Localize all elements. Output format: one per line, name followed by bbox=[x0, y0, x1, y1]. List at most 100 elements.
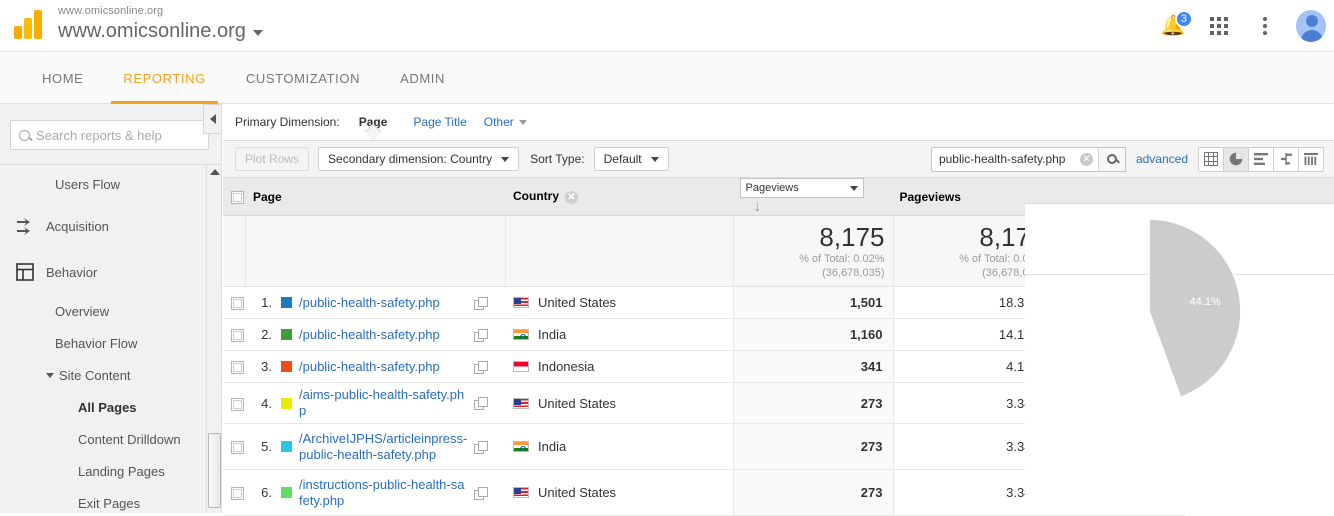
column-header-country: Country ✕ bbox=[505, 178, 734, 216]
sidebar-item-acquisition[interactable]: Acquisition bbox=[0, 203, 221, 249]
row-checkbox[interactable] bbox=[231, 297, 244, 311]
advanced-filter-link[interactable]: advanced bbox=[1136, 152, 1188, 166]
sort-type-value: Default bbox=[603, 152, 642, 166]
sidebar-item-landing-pages[interactable]: Landing Pages bbox=[0, 455, 221, 487]
sidebar-item-all-pages[interactable]: All Pages bbox=[0, 391, 221, 423]
scrollbar-thumb[interactable] bbox=[208, 433, 221, 508]
table-and-chart-row: Page Country✕ Pageviews ↓ Pageviews Cont… bbox=[223, 178, 1334, 516]
select-all-checkbox[interactable] bbox=[231, 190, 244, 204]
row-color-swatch bbox=[281, 361, 292, 372]
metric-select[interactable]: Pageviews bbox=[739, 178, 864, 198]
column-header-page[interactable]: Page bbox=[245, 178, 505, 216]
pie-view-icon[interactable] bbox=[1223, 146, 1249, 172]
row-page-cell: 5. /ArchiveIJPHS/articleinpress-public-he… bbox=[245, 423, 505, 470]
account-switcher[interactable]: www.omicsonline.org www.omicsonline.org bbox=[58, 4, 263, 43]
sidebar-item-label: Behavior Flow bbox=[55, 335, 138, 351]
table-view-icon[interactable] bbox=[1198, 146, 1224, 172]
primary-dimension-other[interactable]: Other bbox=[480, 115, 527, 129]
sidebar-item-overview[interactable]: Overview bbox=[0, 295, 221, 327]
sidebar-scrollbar[interactable] bbox=[206, 165, 221, 513]
row-page-link[interactable]: /public-health-safety.php bbox=[299, 359, 468, 375]
sidebar-item-behavior-flow[interactable]: Behavior Flow bbox=[0, 327, 221, 359]
apps-button[interactable] bbox=[1204, 11, 1234, 41]
sidebar-item-content-drilldown[interactable]: Content Drilldown bbox=[0, 423, 221, 455]
open-in-new-window-icon[interactable] bbox=[474, 296, 488, 310]
open-in-new-window-icon[interactable] bbox=[474, 486, 488, 500]
remove-secondary-dimension-icon[interactable]: ✕ bbox=[565, 190, 578, 204]
country-flag-icon bbox=[513, 329, 529, 340]
plot-rows-button[interactable]: Plot Rows bbox=[235, 147, 310, 171]
tab-home[interactable]: HOME bbox=[22, 52, 103, 104]
search-placeholder: Search reports & help bbox=[36, 127, 162, 143]
summary-blank-country bbox=[505, 215, 734, 287]
pie-chart[interactable]: 18.4%14.2%44.1% bbox=[1041, 208, 1321, 438]
sidebar-collapse-button[interactable] bbox=[203, 104, 221, 134]
open-in-new-window-icon[interactable] bbox=[474, 328, 488, 342]
pivot-view-icon[interactable] bbox=[1298, 146, 1324, 172]
open-in-new-window-icon[interactable] bbox=[474, 360, 488, 374]
column-header-metric-select: Pageviews ↓ bbox=[733, 178, 894, 216]
sidebar-item-label: Acquisition bbox=[46, 218, 109, 234]
sort-type-select[interactable]: Default bbox=[593, 147, 669, 171]
open-in-new-window-icon[interactable] bbox=[474, 397, 488, 410]
row-country-cell: United States bbox=[505, 286, 734, 319]
summary-metric-total: (36,678,035) bbox=[822, 267, 885, 279]
sort-descending-icon[interactable]: ↓ bbox=[754, 198, 762, 215]
sidebar-item-label: All Pages bbox=[78, 399, 137, 415]
more-options-button[interactable] bbox=[1250, 11, 1280, 41]
sidebar-item-exit-pages[interactable]: Exit Pages bbox=[0, 487, 221, 513]
property-url: www.omicsonline.org bbox=[58, 5, 164, 17]
tab-admin[interactable]: ADMIN bbox=[380, 52, 465, 104]
open-in-new-window-icon[interactable] bbox=[474, 440, 488, 454]
row-page-link[interactable]: /instructions-public-health-safety.php bbox=[299, 477, 468, 509]
sidebar-item-behavior[interactable]: Behavior bbox=[0, 249, 221, 295]
row-page-link[interactable]: /public-health-safety.php bbox=[299, 295, 468, 311]
row-page-cell: 6. /instructions-public-health-safety.php bbox=[245, 469, 505, 516]
sidebar-item-label: Site Content bbox=[59, 367, 131, 383]
sidebar-item-users-flow[interactable]: Users Flow bbox=[0, 165, 221, 203]
row-checkbox[interactable] bbox=[231, 441, 244, 455]
search-submit-button[interactable] bbox=[1097, 146, 1126, 172]
primary-dimension-other-label: Other bbox=[483, 115, 514, 129]
toolbar-right-group: ✕ advanced bbox=[930, 146, 1324, 172]
row-page-link[interactable]: /public-health-safety.php bbox=[299, 327, 468, 343]
scroll-up-arrow-icon[interactable] bbox=[210, 169, 220, 175]
pie-slice[interactable] bbox=[1148, 218, 1242, 399]
notifications-button[interactable]: 🔔 3 bbox=[1158, 10, 1193, 41]
search-icon bbox=[1106, 154, 1117, 164]
sidebar-item-site-content[interactable]: Site Content bbox=[0, 359, 221, 391]
row-checkbox[interactable] bbox=[231, 329, 244, 343]
tab-customization[interactable]: CUSTOMIZATION bbox=[226, 52, 380, 104]
behavior-icon bbox=[16, 263, 46, 281]
row-pageviews-cell: 273 bbox=[733, 423, 894, 470]
row-checkbox[interactable] bbox=[231, 487, 244, 501]
row-page-link[interactable]: /ArchiveIJPHS/articleinpress-public-heal… bbox=[299, 431, 468, 463]
secondary-dimension-button[interactable]: Secondary dimension: Country bbox=[318, 147, 520, 171]
performance-view-icon[interactable] bbox=[1248, 146, 1274, 172]
sidebar-nav-list: Users Flow Acquisition Behavior Overview… bbox=[0, 164, 221, 513]
search-reports-input[interactable]: Search reports & help bbox=[10, 120, 209, 150]
row-checkbox[interactable] bbox=[231, 397, 244, 411]
summary-metric-pct: % of Total: 0.02% bbox=[799, 253, 885, 265]
user-account-button[interactable] bbox=[1296, 10, 1326, 42]
primary-dimension-page-title[interactable]: Page Title bbox=[400, 115, 479, 129]
row-pageviews-cell: 273 bbox=[733, 382, 894, 424]
table-search-field[interactable]: ✕ bbox=[930, 146, 1126, 172]
chevron-down-icon bbox=[650, 156, 659, 162]
clear-search-icon[interactable]: ✕ bbox=[1079, 152, 1093, 166]
search-input[interactable] bbox=[931, 147, 1080, 171]
row-checkbox[interactable] bbox=[231, 361, 244, 375]
row-country-label: India bbox=[538, 327, 567, 342]
row-page-link[interactable]: /aims-public-health-safety.php bbox=[299, 387, 468, 419]
comparison-view-icon[interactable] bbox=[1273, 146, 1299, 172]
account-name[interactable]: www.omicsonline.org bbox=[58, 19, 263, 43]
row-page-cell: 4. /aims-public-health-safety.php bbox=[245, 382, 505, 424]
tab-reporting[interactable]: REPORTING bbox=[103, 52, 225, 104]
chevron-down-icon[interactable] bbox=[252, 30, 263, 36]
metric-select-value: Pageviews bbox=[745, 182, 799, 194]
column-header-country-label[interactable]: Country bbox=[513, 189, 559, 203]
row-pageviews-cell: 341 bbox=[733, 350, 894, 383]
primary-dimension-page[interactable]: Page bbox=[346, 115, 401, 129]
country-flag-icon bbox=[513, 487, 529, 498]
google-analytics-logo-icon bbox=[14, 10, 42, 39]
